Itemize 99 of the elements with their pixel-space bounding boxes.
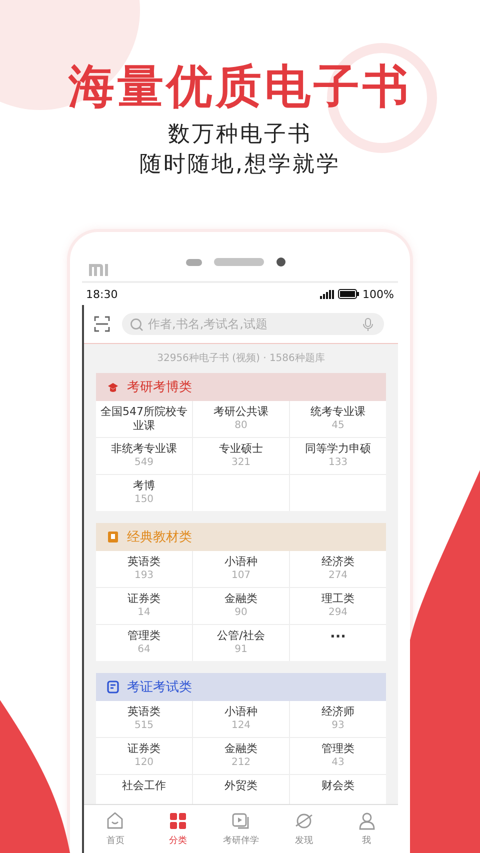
category-cell[interactable]: 经济师 93 (290, 701, 386, 737)
book-count: 294 (328, 606, 348, 619)
book-count: 107 (231, 569, 251, 582)
category-name: 考博 (133, 479, 155, 493)
tab[interactable]: 分类 (146, 805, 210, 853)
category-cell[interactable]: 金融类 212 (193, 738, 289, 774)
book-count: 150 (134, 493, 154, 506)
logo-icon (88, 262, 109, 277)
battery-icon (338, 289, 359, 299)
document-icon (106, 680, 120, 694)
headline: 海量优质电子书 (68, 58, 412, 114)
tab[interactable]: 首页 (84, 805, 147, 853)
person-icon (356, 811, 377, 831)
book-count: 80 (234, 419, 248, 432)
category-cell[interactable]: 同等学力申硕 133 (290, 438, 386, 474)
book-count: 91 (234, 643, 248, 656)
category-name: 英语类 (128, 555, 160, 569)
planet-icon (294, 811, 314, 831)
category-cell[interactable]: 社会工作 (96, 775, 192, 804)
category-name: 金融类 (224, 742, 258, 756)
category-cell[interactable]: 专业硕士 321 (193, 438, 289, 474)
search-field[interactable]: 作者,书名,考试名,试题 (122, 313, 384, 335)
book-icon (106, 530, 120, 544)
book-count: 90 (234, 606, 248, 619)
category-name: 外贸类 (224, 779, 258, 793)
category-cell[interactable]: 金融类 90 (193, 588, 289, 624)
grid-icon (168, 811, 188, 831)
category-cell[interactable]: 考研公共课 80 (193, 401, 289, 437)
category-name: 非统考专业课 (111, 442, 177, 456)
category-cell[interactable]: 外贸类 (193, 775, 289, 804)
catalog-summary: 32956种电子书 (视频) · 1586种题库 (156, 352, 326, 366)
category-cell[interactable]: 小语种 124 (193, 701, 289, 737)
category-name: 小语种 (224, 555, 258, 569)
book-count: 133 (328, 456, 348, 469)
book-count: 212 (231, 756, 251, 769)
book-count: 193 (134, 569, 154, 582)
category-name: 管理类 (128, 629, 160, 643)
category-name: 理工类 (322, 592, 354, 606)
category-name: 财会类 (322, 779, 354, 793)
section-title: 考研考博类 (127, 379, 192, 396)
sensor-icon (186, 258, 202, 266)
category-name: 经济师 (322, 705, 354, 719)
category-name: 证券类 (128, 742, 160, 756)
category-name: 同等学力申硕 (305, 442, 371, 456)
tab[interactable]: 我 (335, 805, 398, 853)
category-name: 专业硕士 (219, 442, 263, 456)
category-name: 金融类 (224, 592, 258, 606)
book-count: 64 (138, 643, 150, 656)
book-count: 120 (134, 756, 154, 769)
camera-icon (276, 257, 286, 267)
section-title: 经典教材类 (127, 529, 192, 546)
book-count: 515 (134, 719, 154, 732)
more-dots: ··· (330, 629, 346, 645)
scan-icon[interactable] (94, 316, 110, 332)
category-cell[interactable]: 统考专业课 45 (290, 401, 386, 437)
category-cell[interactable]: 管理类 43 (290, 738, 386, 774)
book-count: 549 (134, 456, 154, 469)
category-name: 经济类 (322, 555, 354, 569)
book-count: 45 (332, 419, 344, 432)
signal-icon (320, 290, 334, 298)
category-name: 社会工作 (122, 779, 166, 793)
category-cell[interactable]: 非统考专业课 549 (96, 438, 192, 474)
category-cell[interactable]: 英语类 515 (96, 701, 192, 737)
category-name: 统考专业课 (310, 405, 366, 419)
category-cell[interactable]: 证券类 120 (96, 738, 192, 774)
tab[interactable]: 考研伴学 (210, 805, 272, 853)
category-cell[interactable]: 理工类 294 (290, 588, 386, 624)
book-count: 43 (332, 756, 344, 769)
more-cell[interactable]: ··· (290, 625, 386, 661)
video-icon (230, 811, 251, 831)
book-count: 321 (231, 456, 251, 469)
category-name: 英语类 (128, 705, 160, 719)
cap-icon (106, 380, 120, 394)
search-icon (130, 318, 143, 331)
category-name: 公管/社会 (217, 629, 265, 643)
tagline: 数万种电子书 (168, 121, 312, 149)
home-icon (105, 811, 126, 831)
category-cell[interactable]: 考博 150 (96, 475, 192, 511)
battery-level: 100% (362, 288, 394, 300)
book-count: 14 (138, 606, 150, 619)
category-cell[interactable]: 管理类 64 (96, 625, 192, 661)
category-cell[interactable]: 经济类 274 (290, 551, 386, 587)
category-cell[interactable]: 财会类 (290, 775, 386, 804)
tagline: 随时随地,想学就学 (140, 151, 340, 179)
category-name: 小语种 (224, 705, 258, 719)
book-count: 93 (332, 719, 344, 732)
category-cell[interactable]: 英语类 193 (96, 551, 192, 587)
tab[interactable]: 发现 (272, 805, 336, 853)
category-name: 管理类 (322, 742, 354, 756)
category-name: 考研公共课 (214, 405, 268, 419)
book-count: 124 (231, 719, 251, 732)
category-cell[interactable]: 证券类 14 (96, 588, 192, 624)
section-title: 考证考试类 (127, 679, 192, 696)
speaker-icon (214, 258, 264, 266)
clock: 18:30 (86, 288, 118, 300)
category-cell[interactable]: 小语种 107 (193, 551, 289, 587)
category-cell[interactable]: 公管/社会 91 (193, 625, 289, 661)
category-name: 证券类 (128, 592, 160, 606)
book-count: 274 (328, 569, 348, 582)
